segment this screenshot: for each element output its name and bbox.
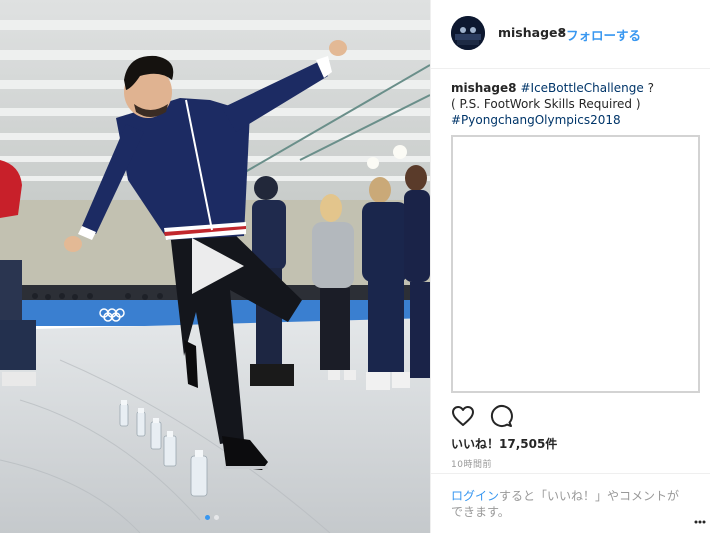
caption-username-link[interactable]: mishage8 (451, 81, 516, 95)
carousel-dot (214, 515, 219, 520)
header-username-link[interactable]: mishage8 (498, 25, 566, 40)
heart-icon[interactable] (451, 404, 475, 428)
comment-icon[interactable] (489, 404, 513, 428)
more-options-icon[interactable] (694, 509, 706, 524)
like-count[interactable]: いいね！17,505件 (451, 435, 557, 452)
post-side-panel: mishage8 • フォローする mishage8 #IceBottleChal… (430, 0, 710, 533)
embedded-preview-box (451, 135, 700, 393)
follow-button[interactable]: フォローする (566, 25, 641, 44)
post-timestamp[interactable]: 10時間前 (451, 457, 492, 470)
caption-text: ( P.S. FootWork Skills Required ) (451, 97, 641, 111)
action-bar (451, 404, 513, 428)
caption-text: ? (643, 81, 654, 95)
post-caption: mishage8 #IceBottleChallenge ? ( P.S. Foo… (451, 80, 701, 128)
post-footer: ログインすると「いいね！」やコメントができます。 (431, 473, 710, 524)
hashtag-link[interactable]: #PyongchangOlympics2018 (451, 113, 621, 127)
post-header: mishage8 • フォローする (431, 0, 710, 69)
avatar[interactable] (451, 16, 485, 50)
play-icon[interactable] (186, 236, 246, 296)
login-link[interactable]: ログイン (451, 489, 499, 503)
separator-dot: • (558, 25, 566, 40)
post-media-video[interactable] (0, 0, 430, 533)
login-prompt: ログインすると「いいね！」やコメントができます。 (451, 488, 683, 520)
carousel-dot (205, 515, 210, 520)
carousel-indicator (205, 515, 219, 520)
instagram-post: mishage8 • フォローする mishage8 #IceBottleChal… (0, 0, 710, 533)
hashtag-link[interactable]: #IceBottleChallenge (520, 81, 643, 95)
